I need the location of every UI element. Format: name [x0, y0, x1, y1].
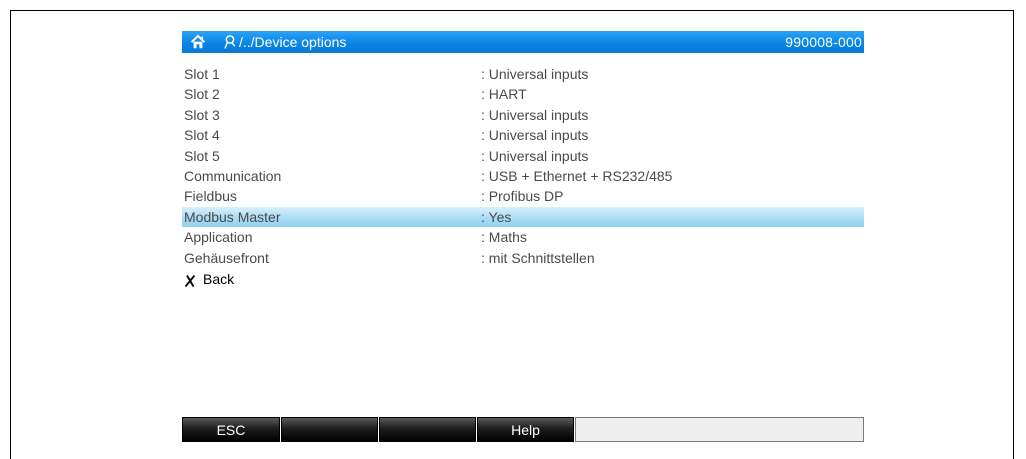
back-item[interactable]: Back [182, 268, 864, 290]
option-label: Slot 4 [184, 127, 220, 144]
device-screen: /../Device options 990008-000 Slot 1 : U… [182, 31, 864, 442]
option-label: Modbus Master [184, 208, 281, 225]
option-label: Fieldbus [184, 188, 237, 205]
option-label: Slot 1 [184, 66, 220, 82]
breadcrumb-path: /../Device options [239, 34, 347, 50]
softkey-help[interactable]: Help [477, 417, 574, 442]
option-row-gehaeusefront[interactable]: Gehäusefront : mit Schnittstellen [182, 248, 864, 268]
option-row-fieldbus[interactable]: Fieldbus : Profibus DP [182, 186, 864, 206]
option-row-slot-1[interactable]: Slot 1 : Universal inputs [182, 64, 864, 84]
option-value: : USB + Ethernet + RS232/485 [481, 167, 673, 184]
option-value: : HART [481, 86, 527, 103]
back-label: Back [203, 270, 235, 287]
softkey-3[interactable] [379, 417, 476, 442]
softkey-bar: ESC Help [182, 417, 864, 442]
option-value: : Universal inputs [481, 147, 589, 164]
option-label: Slot 3 [184, 106, 220, 123]
option-value: : mit Schnittstellen [481, 249, 595, 266]
option-value: : Universal inputs [481, 106, 589, 123]
x-back-icon [184, 272, 196, 287]
option-row-application[interactable]: Application : Maths [182, 227, 864, 247]
title-bar: /../Device options 990008-000 [182, 31, 864, 53]
option-row-slot-5[interactable]: Slot 5 : Universal inputs [182, 146, 864, 166]
option-row-slot-3[interactable]: Slot 3 : Universal inputs [182, 105, 864, 125]
option-value: : Universal inputs [481, 66, 589, 82]
option-value: : Universal inputs [481, 127, 589, 144]
softkey-label: ESC [216, 422, 246, 438]
option-label: Application [184, 229, 253, 246]
device-id: 990008-000 [785, 34, 862, 50]
option-row-slot-2[interactable]: Slot 2 : HART [182, 84, 864, 104]
option-row-modbus-master[interactable]: Modbus Master : Yes [182, 206, 864, 228]
option-row-slot-4[interactable]: Slot 4 : Universal inputs [182, 125, 864, 145]
home-icon[interactable] [190, 34, 206, 50]
option-label: Slot 2 [184, 86, 220, 103]
option-label: Communication [184, 167, 282, 184]
softkey-label: Help [511, 422, 540, 438]
option-value: : Yes [481, 208, 512, 225]
option-value: : Maths [481, 229, 527, 246]
device-options-list: Slot 1 : Universal inputs Slot 2 : HART … [182, 64, 864, 290]
softkey-esc[interactable]: ESC [182, 417, 280, 442]
option-label: Gehäusefront [184, 249, 269, 266]
option-value: : Profibus DP [481, 188, 564, 205]
softkey-2[interactable] [281, 417, 378, 442]
option-label: Slot 5 [184, 147, 220, 164]
user-path-icon [223, 34, 237, 50]
option-row-communication[interactable]: Communication : USB + Ethernet + RS232/4… [182, 166, 864, 186]
softkey-5[interactable] [575, 417, 864, 442]
